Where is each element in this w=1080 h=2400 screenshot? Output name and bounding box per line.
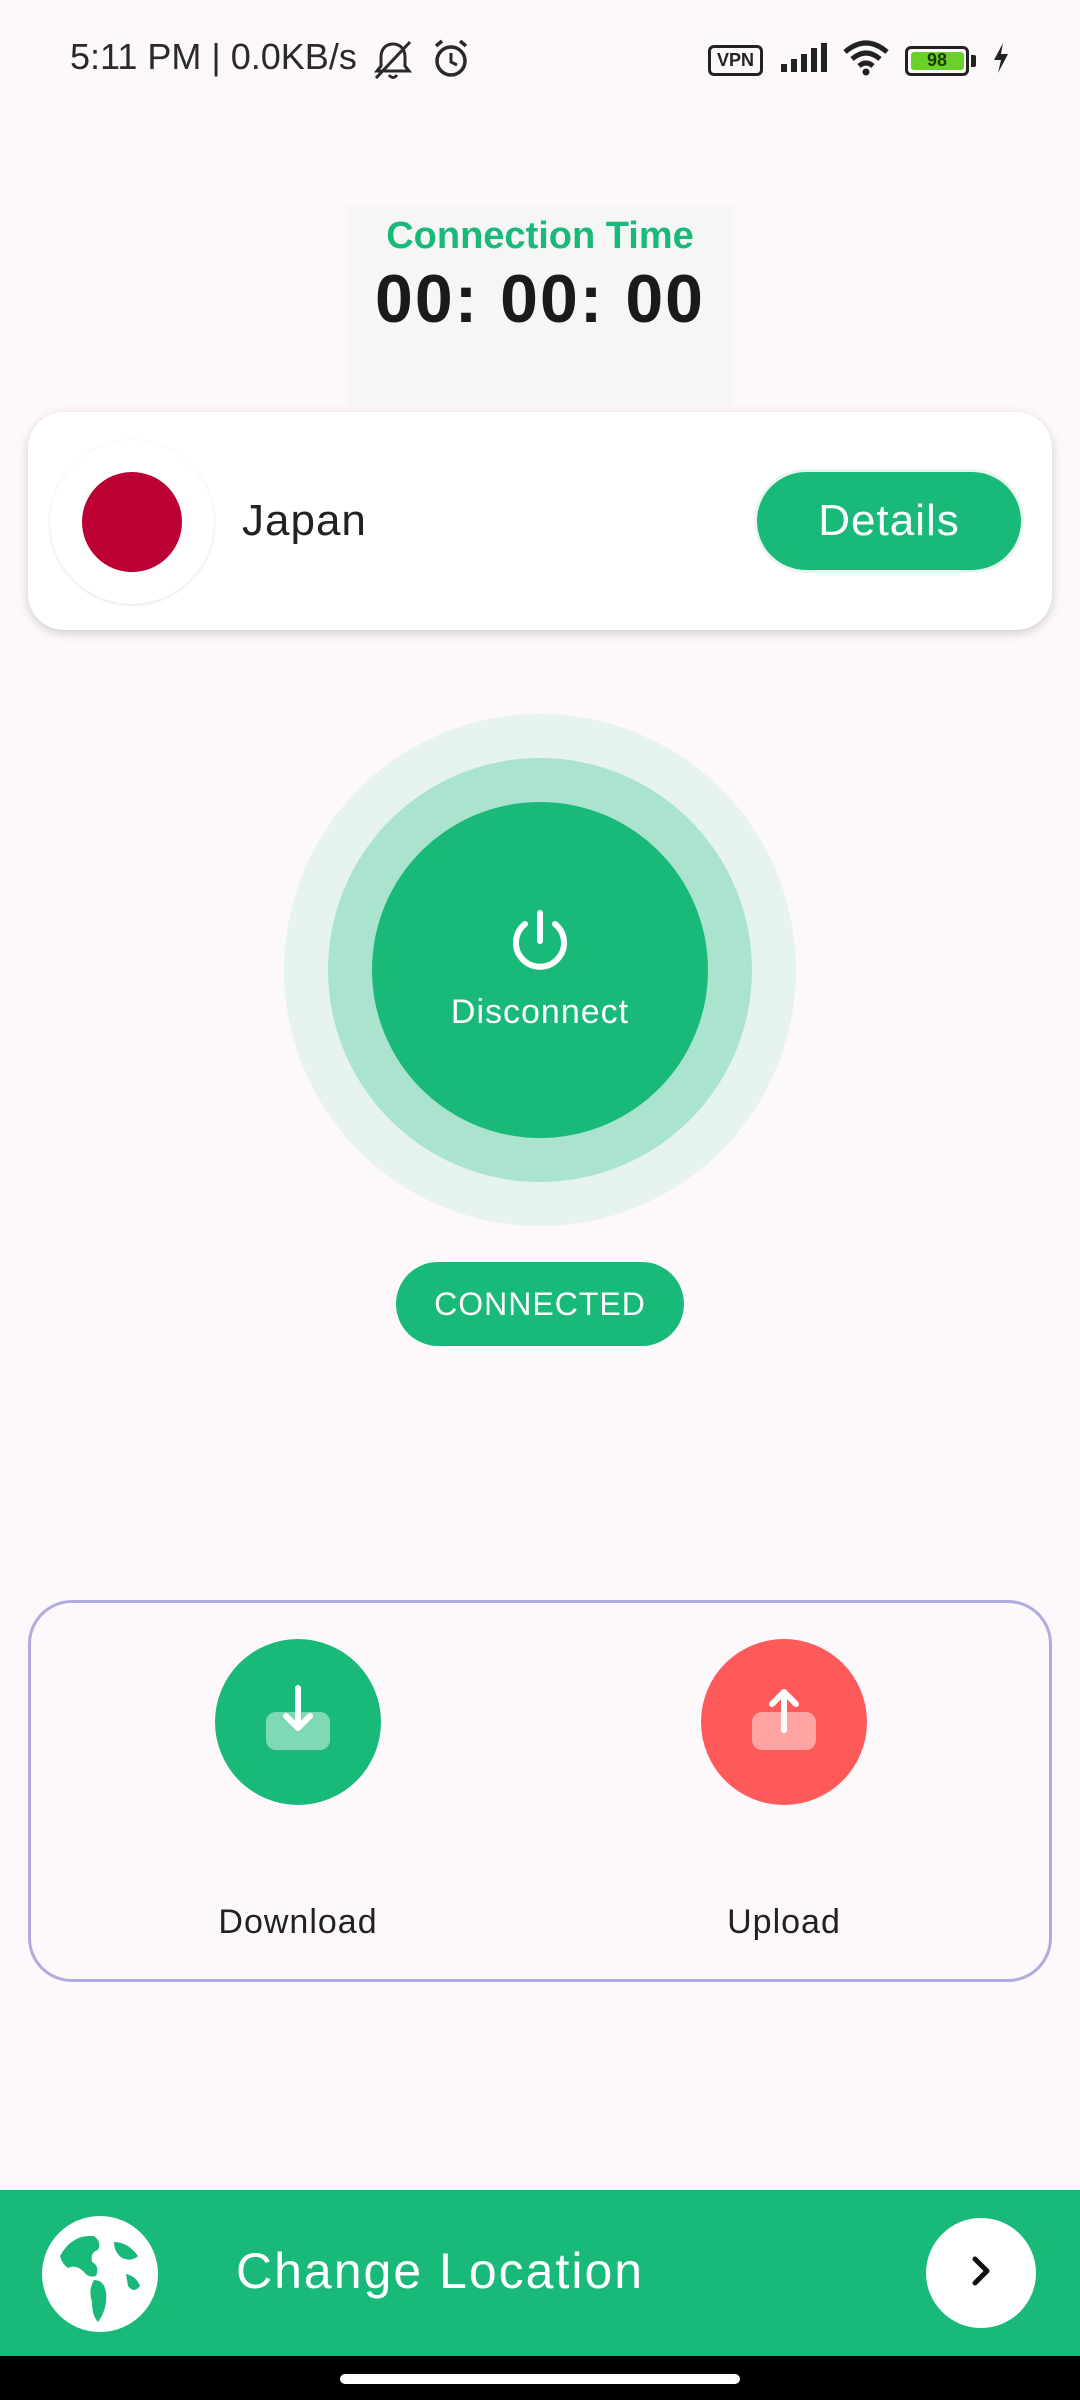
details-button[interactable]: Details	[754, 469, 1024, 573]
speed-panel: Download Upload	[28, 1600, 1052, 1982]
location-card: Japan Details	[28, 412, 1052, 630]
power-icon	[507, 908, 573, 979]
upload-icon	[748, 1684, 820, 1761]
chevron-right-icon	[961, 2251, 1001, 2296]
download-icon	[262, 1684, 334, 1761]
disconnect-button[interactable]: Disconnect	[372, 802, 708, 1138]
status-time: 5:11 PM | 0.0KB/s	[70, 36, 357, 77]
change-location-label: Change Location	[236, 2243, 645, 2299]
signal-icon	[779, 42, 827, 79]
change-location-arrow-button[interactable]	[926, 2218, 1036, 2328]
japan-flag-icon	[50, 440, 214, 604]
upload-circle	[701, 1639, 867, 1805]
connection-status-badge: CONNECTED	[396, 1262, 684, 1346]
charging-icon	[992, 42, 1010, 79]
status-right-group: VPN 98	[707, 40, 1010, 81]
country-name: Japan	[242, 496, 367, 545]
battery-icon: 98	[905, 45, 969, 76]
download-label: Download	[218, 1903, 378, 1941]
vpn-badge: VPN	[707, 45, 763, 76]
connection-time-value: 00: 00: 00	[375, 261, 705, 337]
globe-icon	[42, 2216, 158, 2332]
upload-label: Upload	[727, 1903, 841, 1941]
home-indicator[interactable]	[340, 2374, 740, 2384]
alarm-icon	[428, 36, 474, 87]
download-circle	[215, 1639, 381, 1805]
connection-time-label: Connection Time	[386, 215, 694, 257]
flag-red-circle	[82, 472, 182, 572]
mute-bell-icon	[370, 38, 416, 87]
battery-tip	[971, 54, 976, 67]
disconnect-label: Disconnect	[450, 993, 630, 1031]
wifi-icon	[843, 40, 889, 81]
battery-level: 98	[926, 50, 948, 70]
change-location-bar[interactable]: Change Location	[0, 2190, 1080, 2356]
connection-time-box: Connection Time 00: 00: 00	[348, 205, 732, 405]
